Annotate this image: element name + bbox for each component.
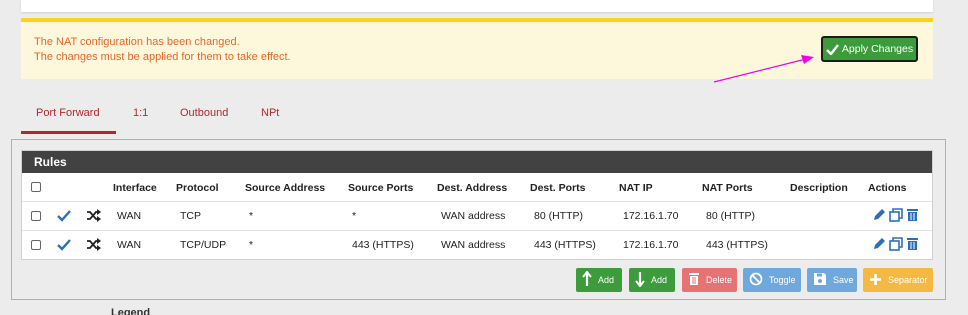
table-row: WAN TCP/UDP * 443 (HTTPS) WAN address 44… [22, 230, 932, 259]
header-source-address: Source Address [245, 182, 326, 194]
trash-icon[interactable] [906, 208, 919, 225]
row-nat-ip: 172.16.1.70 [623, 239, 679, 251]
header-nat-ip: NAT IP [619, 182, 653, 194]
random-shuffle-icon [86, 238, 101, 254]
select-all-checkbox[interactable] [31, 182, 41, 192]
toggle-button[interactable]: Toggle [743, 268, 801, 292]
row-interface: WAN [117, 239, 142, 251]
floppy-disk-icon [813, 272, 827, 288]
check-icon [826, 43, 839, 55]
row-source-ports: 443 (HTTPS) [352, 239, 414, 251]
row-source-ports: * [352, 210, 357, 222]
row-dest-ports: 443 (HTTPS) [534, 239, 596, 251]
rule-enabled-check-icon[interactable] [57, 239, 71, 254]
delete-label: Delete [706, 275, 733, 285]
plus-icon [869, 273, 882, 288]
header-dest-address: Dest. Address [437, 182, 508, 194]
arrow-down-icon [635, 271, 645, 289]
row-interface: WAN [117, 210, 142, 222]
nat-changed-alert: The NAT configuration has been changed. … [21, 18, 933, 79]
toggle-label: Toggle [769, 275, 796, 285]
add-rule-bottom-button[interactable]: Add [629, 268, 675, 292]
save-label: Save [833, 275, 854, 285]
add-top-label: Add [598, 275, 615, 285]
apply-changes-label: Apply Changes [841, 43, 914, 55]
row-nat-ports: 443 (HTTPS) [706, 239, 768, 251]
row-nat-ip: 172.16.1.70 [623, 210, 679, 222]
row-select-checkbox[interactable] [31, 240, 41, 250]
alert-message-line-2: The changes must be applied for them to … [34, 51, 291, 63]
row-source-address: * [249, 210, 254, 222]
table-row: WAN TCP * * WAN address 80 (HTTP) 172.16… [22, 201, 932, 230]
row-protocol: TCP [180, 210, 201, 222]
add-rule-top-button[interactable]: Add [576, 268, 622, 292]
rules-panel: Rules Interface Protocol Source Address … [21, 150, 933, 260]
ban-icon [749, 272, 763, 288]
separator-button[interactable]: Separator [863, 268, 933, 292]
row-dest-address: WAN address [441, 210, 506, 222]
edit-pencil-icon[interactable] [872, 237, 886, 254]
row-nat-ports: 80 (HTTP) [706, 210, 756, 222]
row-dest-ports: 80 (HTTP) [534, 210, 584, 222]
row-protocol: TCP/UDP [180, 239, 227, 251]
alert-message-line-1: The NAT configuration has been changed. [34, 36, 240, 48]
header-source-ports: Source Ports [348, 182, 414, 194]
arrow-up-icon [582, 270, 592, 289]
header-actions: Actions [868, 182, 907, 194]
top-panel [21, 0, 933, 12]
row-select-checkbox[interactable] [31, 211, 41, 221]
tab-port-forward[interactable]: Port Forward [21, 97, 116, 134]
copy-icon[interactable] [889, 208, 903, 225]
apply-changes-button[interactable]: Apply Changes [821, 36, 918, 62]
add-bottom-label: Add [651, 275, 668, 285]
rule-enabled-check-icon[interactable] [57, 210, 71, 225]
save-button[interactable]: Save [807, 268, 857, 292]
separator-label: Separator [888, 275, 928, 285]
tab-npt[interactable]: NPt [261, 97, 279, 134]
tab-one-to-one[interactable]: 1:1 [133, 97, 148, 134]
random-shuffle-icon [86, 209, 101, 225]
legend-heading: Legend [111, 307, 151, 315]
edit-pencil-icon[interactable] [872, 208, 886, 225]
row-source-address: * [249, 239, 254, 251]
delete-button[interactable]: Delete [682, 268, 737, 292]
trash-icon [688, 272, 700, 288]
header-interface: Interface [113, 182, 157, 194]
row-dest-address: WAN address [441, 239, 506, 251]
tab-outbound[interactable]: Outbound [180, 97, 228, 134]
header-description: Description [790, 182, 848, 194]
copy-icon[interactable] [889, 237, 903, 254]
rules-panel-title: Rules [22, 151, 932, 173]
header-protocol: Protocol [176, 182, 219, 194]
header-dest-ports: Dest. Ports [530, 182, 586, 194]
header-nat-ports: NAT Ports [702, 182, 753, 194]
trash-icon[interactable] [906, 237, 919, 254]
